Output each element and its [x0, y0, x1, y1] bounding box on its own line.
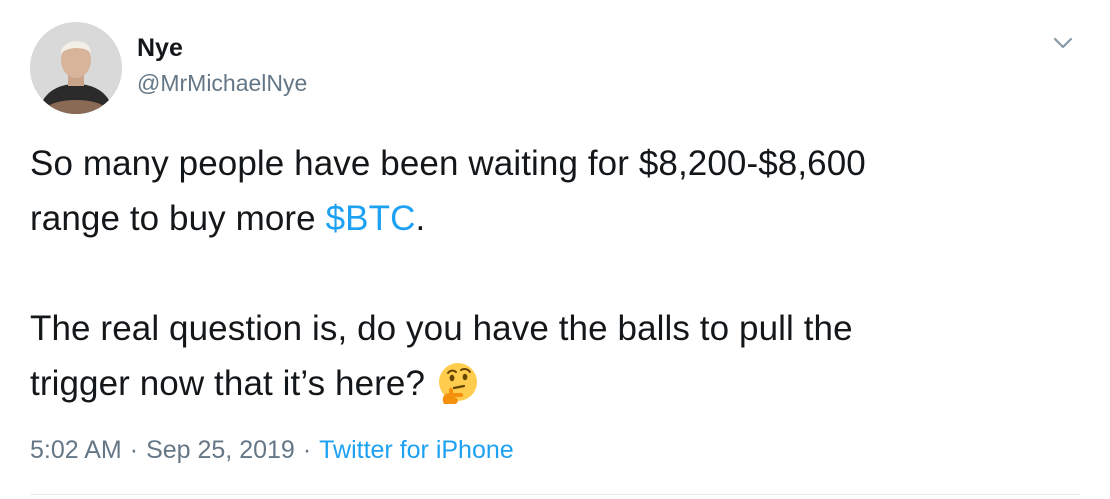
tweet-text-line: trigger now that it’s here?	[30, 356, 1080, 411]
tweet-source-link[interactable]: Twitter for iPhone	[319, 436, 514, 464]
tweet-text-segment: range to buy more	[30, 199, 326, 238]
user-handle[interactable]: @MrMichaelNye	[137, 72, 307, 95]
tweet-text-line: range to buy more $BTC.	[30, 191, 1080, 246]
display-name[interactable]: Nye	[137, 36, 183, 61]
tweet-text-segment: .	[415, 199, 426, 238]
tweet-text-segment: trigger now that it’s here?	[30, 364, 426, 403]
cashtag-link[interactable]: $BTC	[326, 199, 416, 238]
tweet-text: So many people have been waiting for $8,…	[30, 136, 1080, 411]
tweet-card: Nye @MrMichaelNye So many people have be…	[0, 0, 1110, 499]
separator: ·	[129, 436, 139, 464]
paragraph-break	[30, 246, 1080, 301]
divider	[30, 494, 1080, 495]
tweet-time[interactable]: 5:02 AM	[30, 436, 122, 464]
tweet-meta: 5:02 AM · Sep 25, 2019 · Twitter for iPhone	[30, 438, 514, 463]
avatar-image	[30, 22, 122, 114]
chevron-down-icon[interactable]	[1046, 30, 1080, 56]
thinking-face-emoji-icon	[435, 360, 481, 406]
tweet-text-line: The real question is, do you have the ba…	[30, 309, 853, 348]
avatar[interactable]	[30, 22, 122, 114]
separator: ·	[302, 436, 312, 464]
tweet-date[interactable]: Sep 25, 2019	[146, 436, 295, 464]
tweet-text-line: So many people have been waiting for $8,…	[30, 144, 866, 183]
